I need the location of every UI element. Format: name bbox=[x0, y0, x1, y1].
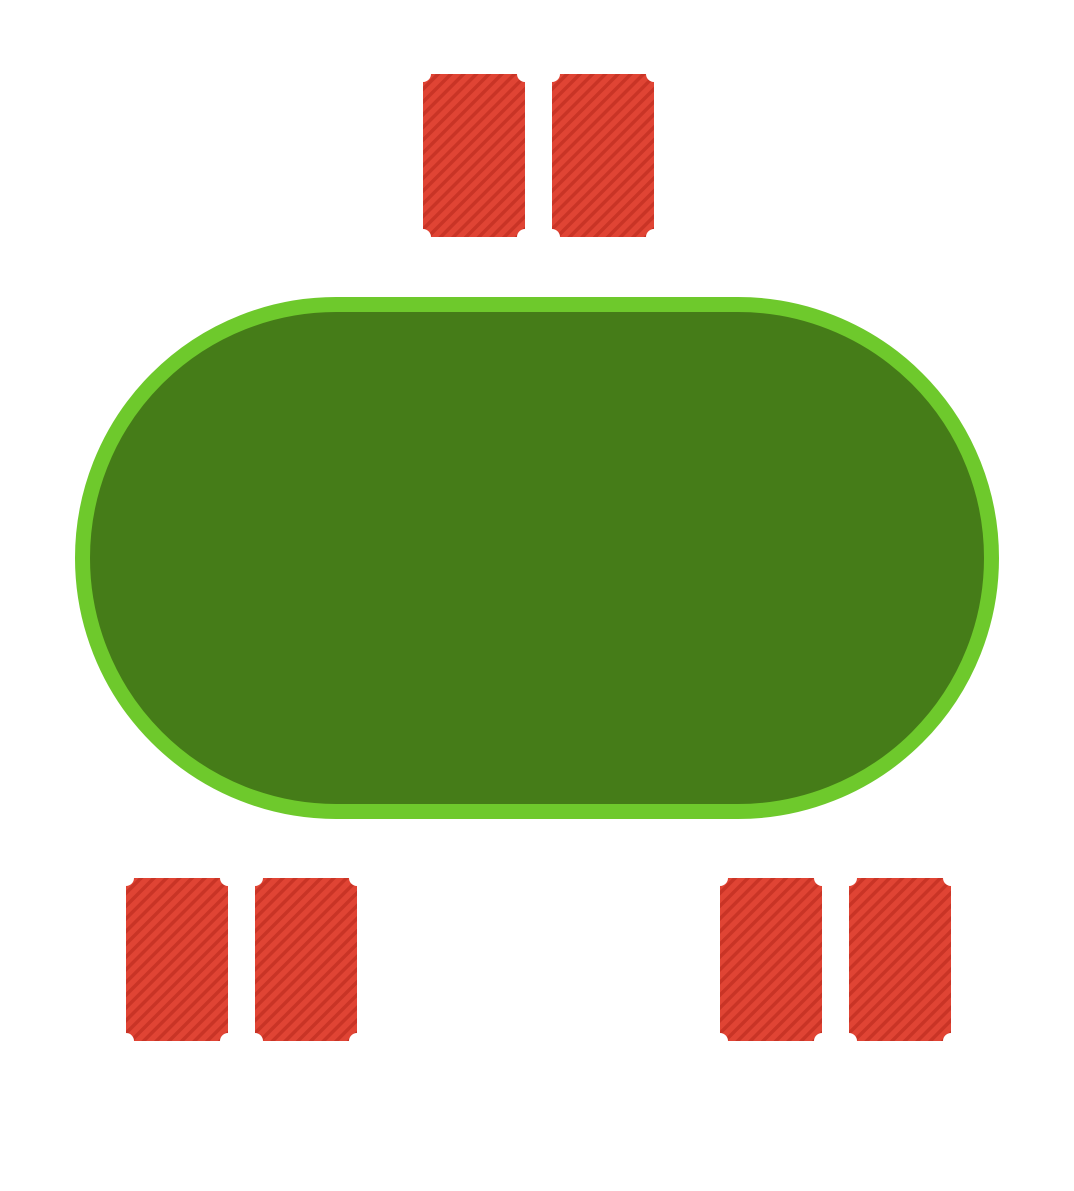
card-back-icon[interactable] bbox=[849, 878, 951, 1041]
card-back-icon[interactable] bbox=[552, 74, 654, 237]
card-back-icon[interactable] bbox=[126, 878, 228, 1041]
poker-table bbox=[75, 297, 999, 819]
card-back-icon[interactable] bbox=[720, 878, 822, 1041]
card-back-icon[interactable] bbox=[423, 74, 525, 237]
card-back-icon[interactable] bbox=[255, 878, 357, 1041]
